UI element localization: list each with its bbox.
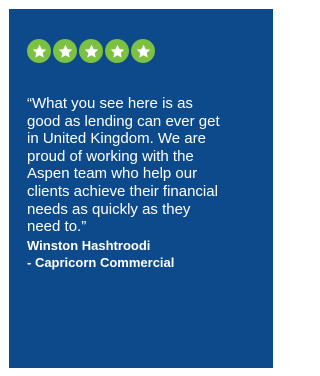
testimonial-author: Winston Hashtroodi - Capricorn Commercia… bbox=[27, 237, 263, 271]
quote-line: proud of working with the bbox=[27, 147, 194, 165]
star-icon bbox=[105, 39, 129, 63]
quote-line: good as lending can ever get bbox=[27, 112, 220, 130]
quote-line: clients achieve their financial bbox=[27, 182, 218, 200]
star-icon bbox=[131, 39, 155, 63]
quote-line: Aspen team who help our bbox=[27, 165, 198, 183]
star-rating bbox=[27, 39, 155, 63]
star-icon bbox=[53, 39, 77, 63]
quote-line: “What you see here is as bbox=[27, 95, 193, 112]
star-icon bbox=[79, 39, 103, 63]
quote-line: need to.” bbox=[27, 218, 87, 236]
author-name: Winston Hashtroodi bbox=[27, 238, 151, 253]
star-icon bbox=[27, 39, 51, 63]
testimonial-quote: “What you see here is as good as lending… bbox=[27, 95, 263, 236]
quote-line: needs as quickly as they bbox=[27, 200, 191, 218]
author-company: - Capricorn Commercial bbox=[27, 255, 175, 270]
quote-line: in United Kingdom. We are bbox=[27, 130, 206, 148]
testimonial-card: “What you see here is as good as lending… bbox=[9, 9, 273, 368]
